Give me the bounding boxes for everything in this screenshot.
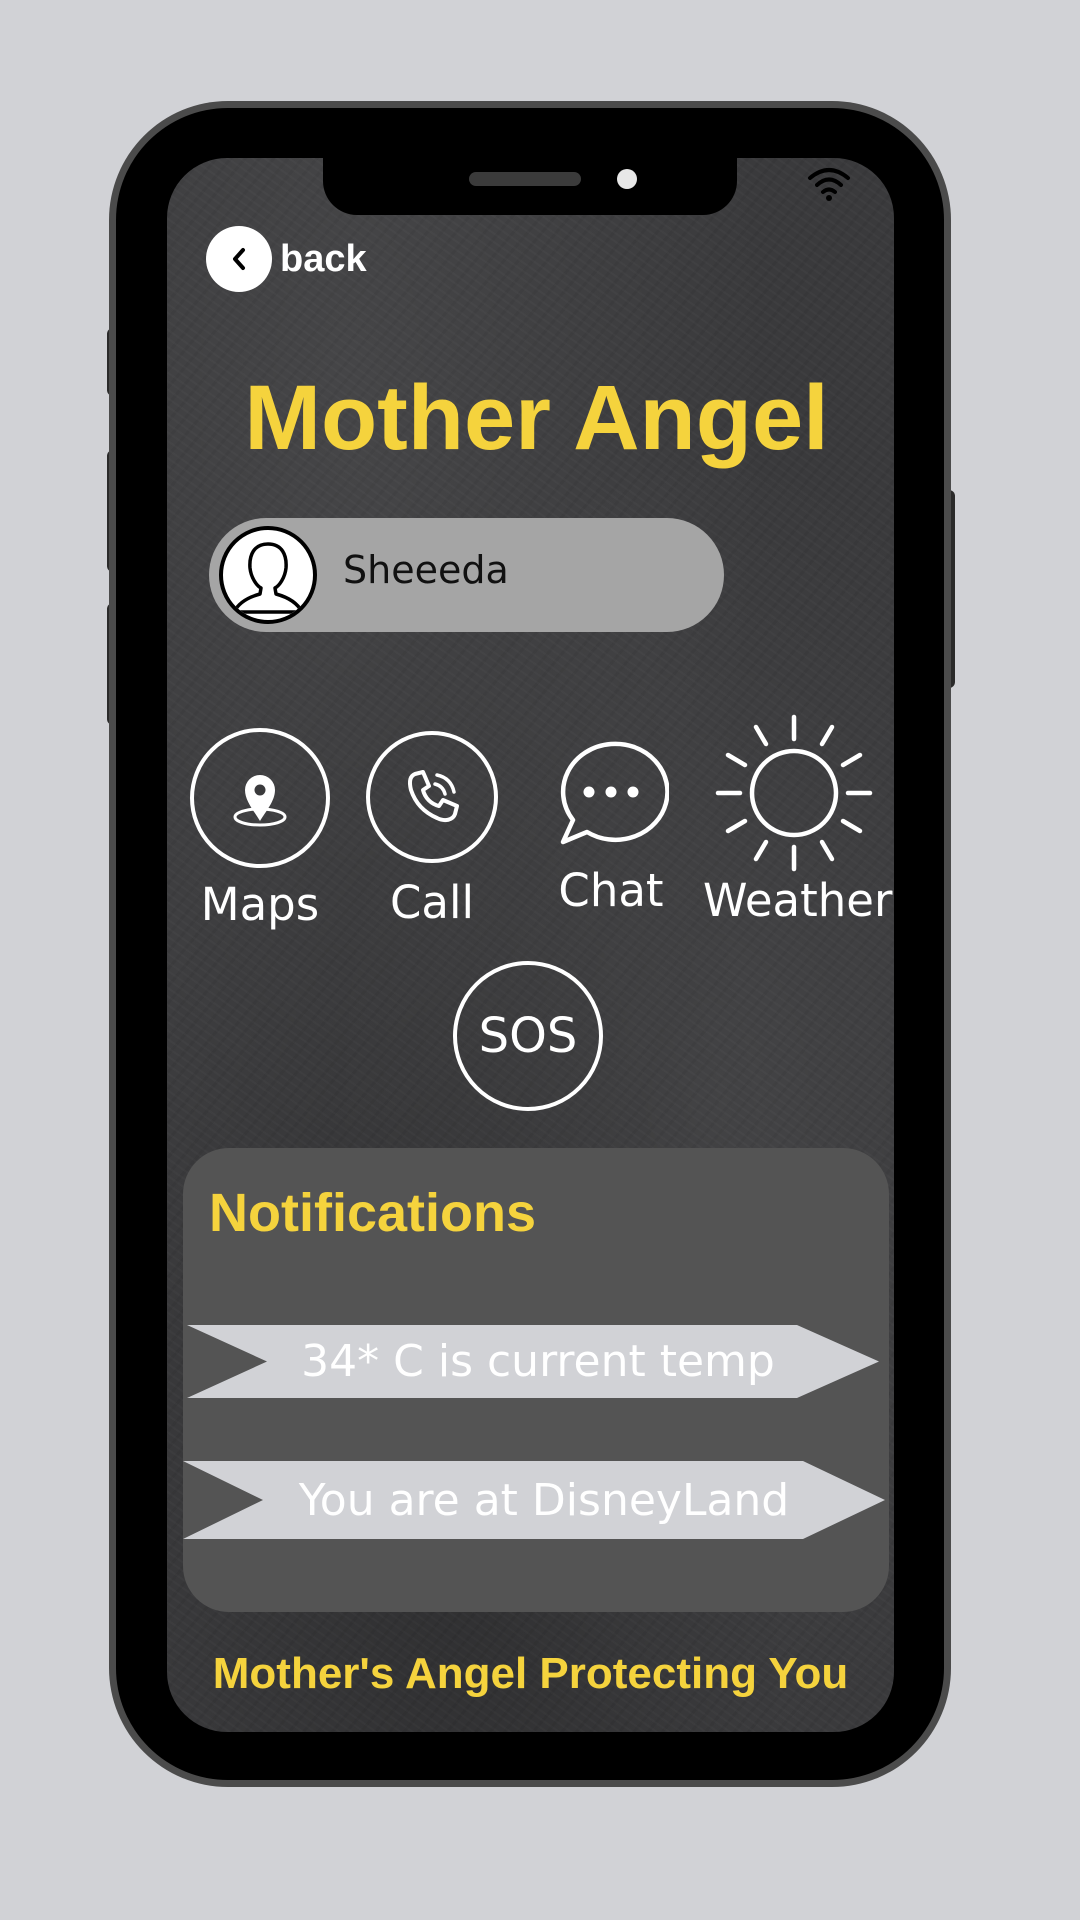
avatar [219, 526, 317, 624]
chat-label: Chat [558, 864, 664, 917]
maps-button[interactable]: Maps [185, 728, 335, 927]
user-silhouette-icon [232, 542, 304, 614]
back-label: back [280, 237, 367, 280]
app-title: Mother Angel [244, 367, 829, 469]
back-button[interactable]: back [206, 226, 367, 292]
notifications-panel: Notifications 34* C is current temp You … [183, 1148, 889, 1612]
app-screen: back Mother Angel Sheeeda Maps Call Chat… [167, 158, 894, 1732]
chat-bubble-icon [560, 741, 669, 845]
call-button[interactable]: Call [362, 731, 502, 925]
wifi-icon [808, 168, 850, 201]
footer-tagline: Mother's Angel Protecting You [212, 1649, 849, 1698]
front-camera [617, 169, 637, 189]
phone-frame: back Mother Angel Sheeeda Maps Call Chat… [116, 108, 944, 1780]
weather-label: Weather [703, 874, 893, 927]
notifications-title: Notifications [209, 1183, 537, 1243]
maps-label: Maps [200, 878, 320, 931]
chat-button[interactable]: Chat [541, 736, 681, 913]
call-icon-circle [366, 731, 498, 863]
phone-icon [408, 770, 459, 823]
call-label: Call [389, 876, 474, 929]
back-circle [206, 226, 272, 292]
notification-text: 34* C is current temp [301, 1336, 775, 1387]
user-profile-pill[interactable]: Sheeeda [209, 518, 724, 632]
speaker-grille [469, 172, 581, 186]
sun-icon [715, 714, 873, 872]
user-name: Sheeeda [343, 548, 509, 592]
map-pin-icon [233, 775, 287, 827]
notification-text: You are at DisneyLand [298, 1474, 790, 1526]
weather-button[interactable]: Weather [703, 713, 893, 927]
chevron-left-icon [233, 248, 245, 270]
notification-item[interactable]: You are at DisneyLand [183, 1461, 885, 1539]
notification-item[interactable]: 34* C is current temp [187, 1325, 879, 1398]
sos-button[interactable]: SOS [453, 961, 603, 1111]
maps-icon-circle [190, 728, 330, 868]
notch [323, 158, 737, 215]
